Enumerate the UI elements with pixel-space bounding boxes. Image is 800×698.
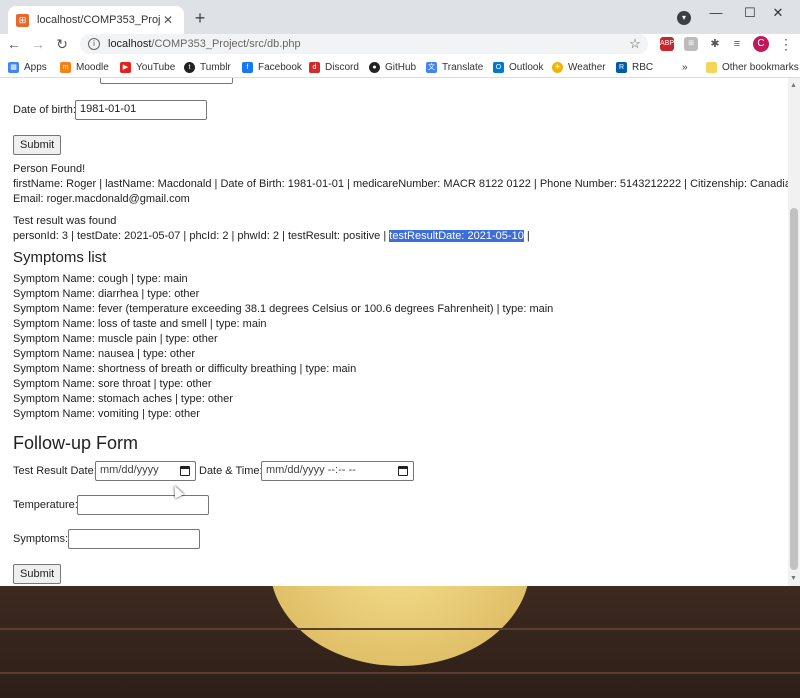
vertical-scrollbar[interactable]: ▲ ▼ [788, 78, 800, 586]
list-item: Symptom Name: diarrhea | type: other [13, 288, 200, 300]
symptoms-input[interactable] [68, 529, 200, 549]
bookmark-other[interactable]: Other bookmarks [706, 60, 799, 74]
site-info-icon[interactable]: i [88, 38, 100, 50]
bookmark-translate[interactable]: 文 Translate [426, 60, 483, 74]
media-queue-icon[interactable]: ≡ [730, 37, 744, 51]
list-item: Symptom Name: cough | type: main [13, 273, 188, 285]
temperature-label: Temperature: [13, 499, 78, 511]
bookmark-rbc[interactable]: R RBC [616, 60, 653, 74]
bookmark-star-icon[interactable]: ☆ [626, 36, 644, 52]
extension-icon[interactable]: ⊞ [684, 37, 698, 51]
youtube-icon: ▶ [120, 61, 131, 73]
profile-avatar[interactable]: C [753, 36, 769, 52]
url-host: localhost [108, 38, 152, 50]
calendar-icon[interactable] [180, 466, 190, 476]
forward-icon[interactable]: → [28, 34, 48, 54]
bookmark-facebook[interactable]: f Facebook [242, 60, 302, 74]
dob-input[interactable]: 1981-01-01 [75, 100, 207, 120]
scrollbar-thumb[interactable] [790, 208, 798, 570]
wallpaper-plank-line [0, 672, 800, 674]
address-bar[interactable]: i localhost/COMP353_Project/src/db.php ☆ [80, 34, 648, 54]
wallpaper-moon [270, 586, 530, 666]
list-item: Symptom Name: stomach aches | type: othe… [13, 393, 233, 405]
person-details-line2: Email: roger.macdonald@gmail.com [13, 193, 190, 205]
scroll-up-icon[interactable]: ▲ [790, 82, 797, 89]
adblock-extension-icon[interactable]: ABP [660, 37, 674, 51]
list-item: Symptom Name: vomiting | type: other [13, 408, 200, 420]
dob-label: Date of birth: [13, 104, 76, 116]
browser-tab[interactable]: ⊞ localhost/COMP353_Project/src/ ✕ [8, 6, 184, 34]
tab-title: localhost/COMP353_Project/src/ [37, 14, 160, 26]
followup-submit-button[interactable]: Submit [13, 564, 62, 584]
tab-close-icon[interactable]: ✕ [160, 13, 176, 27]
discord-icon: d [309, 61, 320, 73]
list-item: Symptom Name: loss of taste and smell | … [13, 318, 267, 330]
bookmarks-bar: ▦ Apps m Moodle ▶ YouTube t Tumblr f Facebook… [0, 56, 800, 78]
list-item: Symptom Name: fever (temperature exceedi… [13, 303, 554, 315]
selected-text-highlight: testResultDate: 2021-05-10 [389, 230, 524, 242]
url-path: /COMP353_Project/src/db.php [151, 38, 301, 50]
puzzle-extensions-icon[interactable]: ✱ [708, 37, 722, 51]
tumblr-icon: t [184, 61, 195, 73]
scrolled-off-input[interactable] [100, 78, 233, 84]
browser-toolbar: ← → ↻ i localhost/COMP353_Project/src/db… [0, 34, 800, 56]
list-item: Symptom Name: muscle pain | type: other [13, 333, 218, 345]
browser-menu-icon[interactable]: ⋮ [778, 34, 794, 54]
temperature-input[interactable] [77, 495, 209, 515]
symptoms-label: Symptoms: [13, 533, 69, 545]
test-result-details: personId: 3 | testDate: 2021-05-07 | phc… [13, 230, 530, 242]
page-viewport: Date of birth: 1981-01-01 Submit Person … [0, 78, 788, 586]
tab-favicon-icon: ⊞ [16, 13, 29, 27]
bookmark-tumblr[interactable]: t Tumblr [184, 60, 231, 74]
datetime-input[interactable]: mm/dd/yyyy --:-- -- [261, 461, 414, 481]
more-bookmarks-button[interactable]: » [682, 60, 688, 74]
datetime-label: Date & Time: [199, 465, 263, 477]
moodle-icon: m [60, 61, 71, 73]
reload-icon[interactable]: ↻ [52, 34, 72, 54]
facebook-icon: f [242, 61, 253, 73]
calendar-icon[interactable] [398, 466, 408, 476]
bookmark-moodle[interactable]: m Moodle [60, 60, 109, 74]
bookmark-github[interactable]: ● GitHub [369, 60, 416, 74]
translate-icon: 文 [426, 61, 437, 73]
folder-icon [706, 61, 717, 73]
scroll-down-icon[interactable]: ▼ [790, 575, 797, 582]
person-found-heading: Person Found! [13, 163, 86, 175]
apps-grid-icon: ▦ [8, 61, 19, 73]
bookmark-outlook[interactable]: O Outlook [493, 60, 543, 74]
followup-form-heading: Follow-up Form [13, 433, 139, 453]
tab-search-icon[interactable]: ▾ [677, 11, 691, 25]
symptoms-heading: Symptoms list [13, 249, 107, 266]
back-icon[interactable]: ← [4, 34, 24, 54]
rbc-icon: R [616, 61, 627, 73]
search-submit-button[interactable]: Submit [13, 135, 62, 155]
person-details-line1: firstName: Roger | lastName: Macdonald |… [13, 178, 788, 190]
bookmark-apps[interactable]: ▦ Apps [8, 60, 47, 74]
test-result-date-label: Test Result Date: [13, 465, 97, 477]
new-tab-button[interactable]: + [190, 8, 210, 29]
list-item: Symptom Name: nausea | type: other [13, 348, 195, 360]
github-icon: ● [369, 61, 380, 73]
tab-strip: ⊞ localhost/COMP353_Project/src/ ✕ + ▾ —… [0, 0, 800, 34]
outlook-icon: O [493, 61, 504, 73]
list-item: Symptom Name: sore throat | type: other [13, 378, 212, 390]
test-result-heading: Test result was found [13, 215, 117, 227]
bookmark-weather[interactable]: ☀ Weather [552, 60, 606, 74]
bookmark-discord[interactable]: d Discord [309, 60, 359, 74]
close-window-button[interactable]: ✕ [756, 2, 800, 26]
desktop-wallpaper [0, 586, 800, 698]
wallpaper-plank-line [0, 628, 800, 630]
bookmark-youtube[interactable]: ▶ YouTube [120, 60, 175, 74]
test-result-date-input[interactable]: mm/dd/yyyy [95, 461, 196, 481]
weather-icon: ☀ [552, 61, 563, 73]
symptoms-list: Symptom Name: cough | type: main Symptom… [13, 272, 553, 422]
list-item: Symptom Name: shortness of breath or dif… [13, 363, 357, 375]
